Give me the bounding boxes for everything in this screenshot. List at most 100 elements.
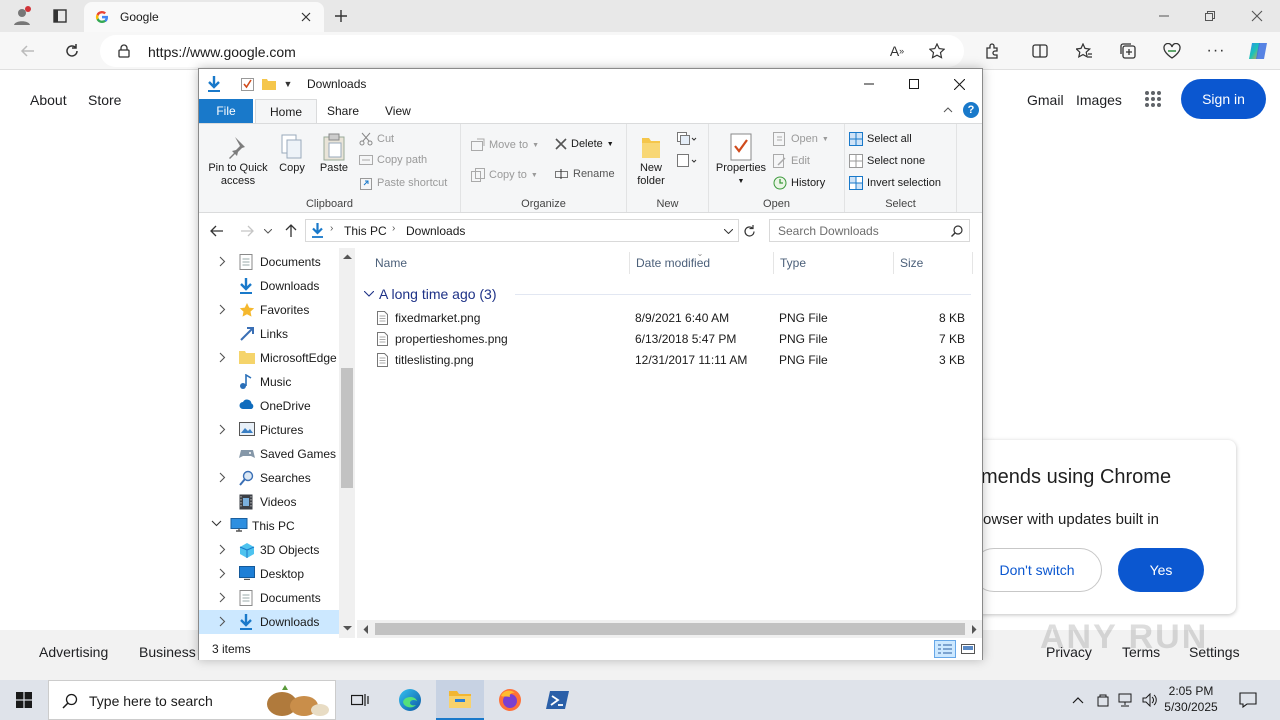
- rename-button[interactable]: Rename: [555, 168, 615, 180]
- explorer-maximize-icon[interactable]: [902, 73, 926, 95]
- group-collapse-icon[interactable]: [363, 288, 375, 300]
- nav-item-microsoftedge[interactable]: MicrosoftEdge: [199, 346, 339, 370]
- large-icons-view-icon[interactable]: [957, 640, 979, 658]
- taskbar-clock[interactable]: 2:05 PM 5/30/2025: [1160, 683, 1222, 715]
- file-row[interactable]: fixedmarket.png 8/9/2021 6:40 AM PNG File 8…: [377, 308, 967, 329]
- path-bar[interactable]: › This PC › Downloads: [305, 219, 739, 242]
- favorite-star-icon[interactable]: [926, 41, 948, 61]
- new-folder-quick-icon[interactable]: [261, 76, 277, 92]
- copy-button[interactable]: Copy: [273, 132, 311, 175]
- gmail-link[interactable]: Gmail: [1027, 92, 1064, 108]
- content-scrollbar[interactable]: [357, 620, 982, 638]
- store-link[interactable]: Store: [88, 92, 121, 108]
- open-button[interactable]: Open ▼: [773, 132, 829, 146]
- browser-essentials-icon[interactable]: [1160, 39, 1184, 63]
- taskbar-search-box[interactable]: Type here to search: [48, 680, 336, 720]
- expand-chevron-icon[interactable]: [219, 256, 226, 267]
- nav-scrollbar[interactable]: [339, 248, 355, 638]
- new-item-icon[interactable]: [675, 130, 699, 148]
- dont-switch-button[interactable]: Don't switch: [972, 548, 1102, 592]
- business-link[interactable]: Business: [139, 644, 196, 660]
- nav-item-desktop[interactable]: Desktop: [199, 562, 339, 586]
- address-bar[interactable]: https://www.google.com A»: [100, 35, 964, 67]
- expand-chevron-icon[interactable]: [219, 568, 226, 579]
- tab-view[interactable]: View: [371, 99, 425, 123]
- search-downloads-input[interactable]: Search Downloads: [769, 219, 970, 242]
- back-icon[interactable]: [16, 39, 40, 63]
- expand-chevron-icon[interactable]: [219, 616, 226, 627]
- start-windows-icon[interactable]: [0, 680, 48, 720]
- nav-item-favorites[interactable]: Favorites: [199, 298, 339, 322]
- properties-button[interactable]: Properties ▼: [713, 132, 769, 188]
- copy-path-button[interactable]: Copy path: [359, 154, 427, 166]
- nav-item-music[interactable]: Music: [199, 370, 339, 394]
- nav-item-documents[interactable]: Documents: [199, 250, 339, 274]
- nav-item-saved-games[interactable]: Saved Games: [199, 442, 339, 466]
- split-screen-icon[interactable]: [1028, 39, 1052, 63]
- powershell-taskbar-icon[interactable]: [534, 680, 582, 720]
- path-dropdown-icon[interactable]: [720, 224, 736, 238]
- volume-icon[interactable]: [1140, 690, 1160, 710]
- column-size-header[interactable]: Size: [900, 256, 923, 270]
- recent-locations-icon[interactable]: [261, 224, 275, 238]
- tab-home[interactable]: Home: [255, 99, 318, 123]
- explorer-close-icon[interactable]: [947, 73, 971, 95]
- security-tray-icon[interactable]: [1094, 690, 1112, 710]
- select-all-button[interactable]: Select all: [849, 132, 912, 146]
- content-scroll-thumb[interactable]: [375, 623, 965, 635]
- copilot-icon[interactable]: [1244, 37, 1272, 65]
- expand-chevron-icon[interactable]: [219, 544, 226, 555]
- history-button[interactable]: History: [773, 176, 825, 190]
- expand-chevron-icon[interactable]: [219, 424, 226, 435]
- profile-icon[interactable]: [8, 4, 36, 28]
- select-none-button[interactable]: Select none: [849, 154, 925, 168]
- tab-file[interactable]: File: [199, 99, 253, 123]
- properties-quick-icon[interactable]: [239, 76, 255, 92]
- collapse-ribbon-icon[interactable]: [941, 103, 955, 117]
- scroll-up-icon[interactable]: [339, 248, 355, 264]
- nav-item-downloads[interactable]: Downloads: [199, 610, 339, 634]
- scroll-down-icon[interactable]: [339, 620, 355, 636]
- show-hidden-icons-icon[interactable]: [1070, 690, 1086, 710]
- lock-icon[interactable]: [116, 43, 132, 59]
- advertising-link[interactable]: Advertising: [39, 644, 108, 660]
- about-link[interactable]: About: [30, 92, 67, 108]
- column-name-header[interactable]: Name: [375, 256, 407, 270]
- back-arrow-icon[interactable]: [207, 222, 227, 240]
- expand-chevron-icon[interactable]: [219, 352, 226, 363]
- nav-item-videos[interactable]: Videos: [199, 490, 339, 514]
- close-tab-icon[interactable]: [298, 9, 314, 25]
- column-date-header[interactable]: Date modified: [636, 256, 710, 270]
- customize-quick-access-icon[interactable]: ▼: [281, 77, 295, 91]
- easy-access-icon[interactable]: [675, 152, 699, 170]
- file-explorer-taskbar-icon[interactable]: [436, 680, 484, 720]
- copy-to-button[interactable]: Copy to ▼: [471, 168, 538, 182]
- collections-icon[interactable]: [1116, 39, 1140, 63]
- nav-item-onedrive[interactable]: OneDrive: [199, 394, 339, 418]
- move-to-button[interactable]: Move to ▼: [471, 138, 539, 152]
- file-row[interactable]: propertieshomes.png 6/13/2018 5:47 PM PNG …: [377, 329, 967, 350]
- nav-item-pictures[interactable]: Pictures: [199, 418, 339, 442]
- browser-tab[interactable]: Google: [84, 2, 324, 32]
- read-aloud-icon[interactable]: A»: [886, 41, 908, 61]
- scroll-left-icon[interactable]: [357, 620, 373, 638]
- nav-item-3d-objects[interactable]: 3D Objects: [199, 538, 339, 562]
- refresh-path-icon[interactable]: [740, 222, 758, 240]
- pin-quick-access-button[interactable]: Pin to Quick access: [203, 132, 273, 188]
- nav-item-this-pc[interactable]: This PC: [199, 514, 339, 538]
- apps-grid-icon[interactable]: [1140, 86, 1166, 112]
- nav-item-downloads[interactable]: Downloads: [199, 274, 339, 298]
- explorer-minimize-icon[interactable]: [857, 73, 881, 95]
- nav-item-links[interactable]: Links: [199, 322, 339, 346]
- refresh-icon[interactable]: [60, 39, 84, 63]
- extensions-icon[interactable]: [980, 39, 1004, 63]
- breadcrumb-downloads[interactable]: Downloads: [406, 224, 465, 238]
- paste-shortcut-button[interactable]: Paste shortcut: [359, 176, 447, 190]
- details-view-icon[interactable]: [934, 640, 956, 658]
- delete-button[interactable]: Delete ▼: [555, 138, 614, 150]
- paste-button[interactable]: Paste: [315, 132, 353, 175]
- group-header[interactable]: A long time ago (3): [379, 286, 497, 302]
- search-icon[interactable]: [950, 224, 964, 238]
- sign-in-button[interactable]: Sign in: [1181, 79, 1266, 119]
- firefox-taskbar-icon[interactable]: [486, 680, 534, 720]
